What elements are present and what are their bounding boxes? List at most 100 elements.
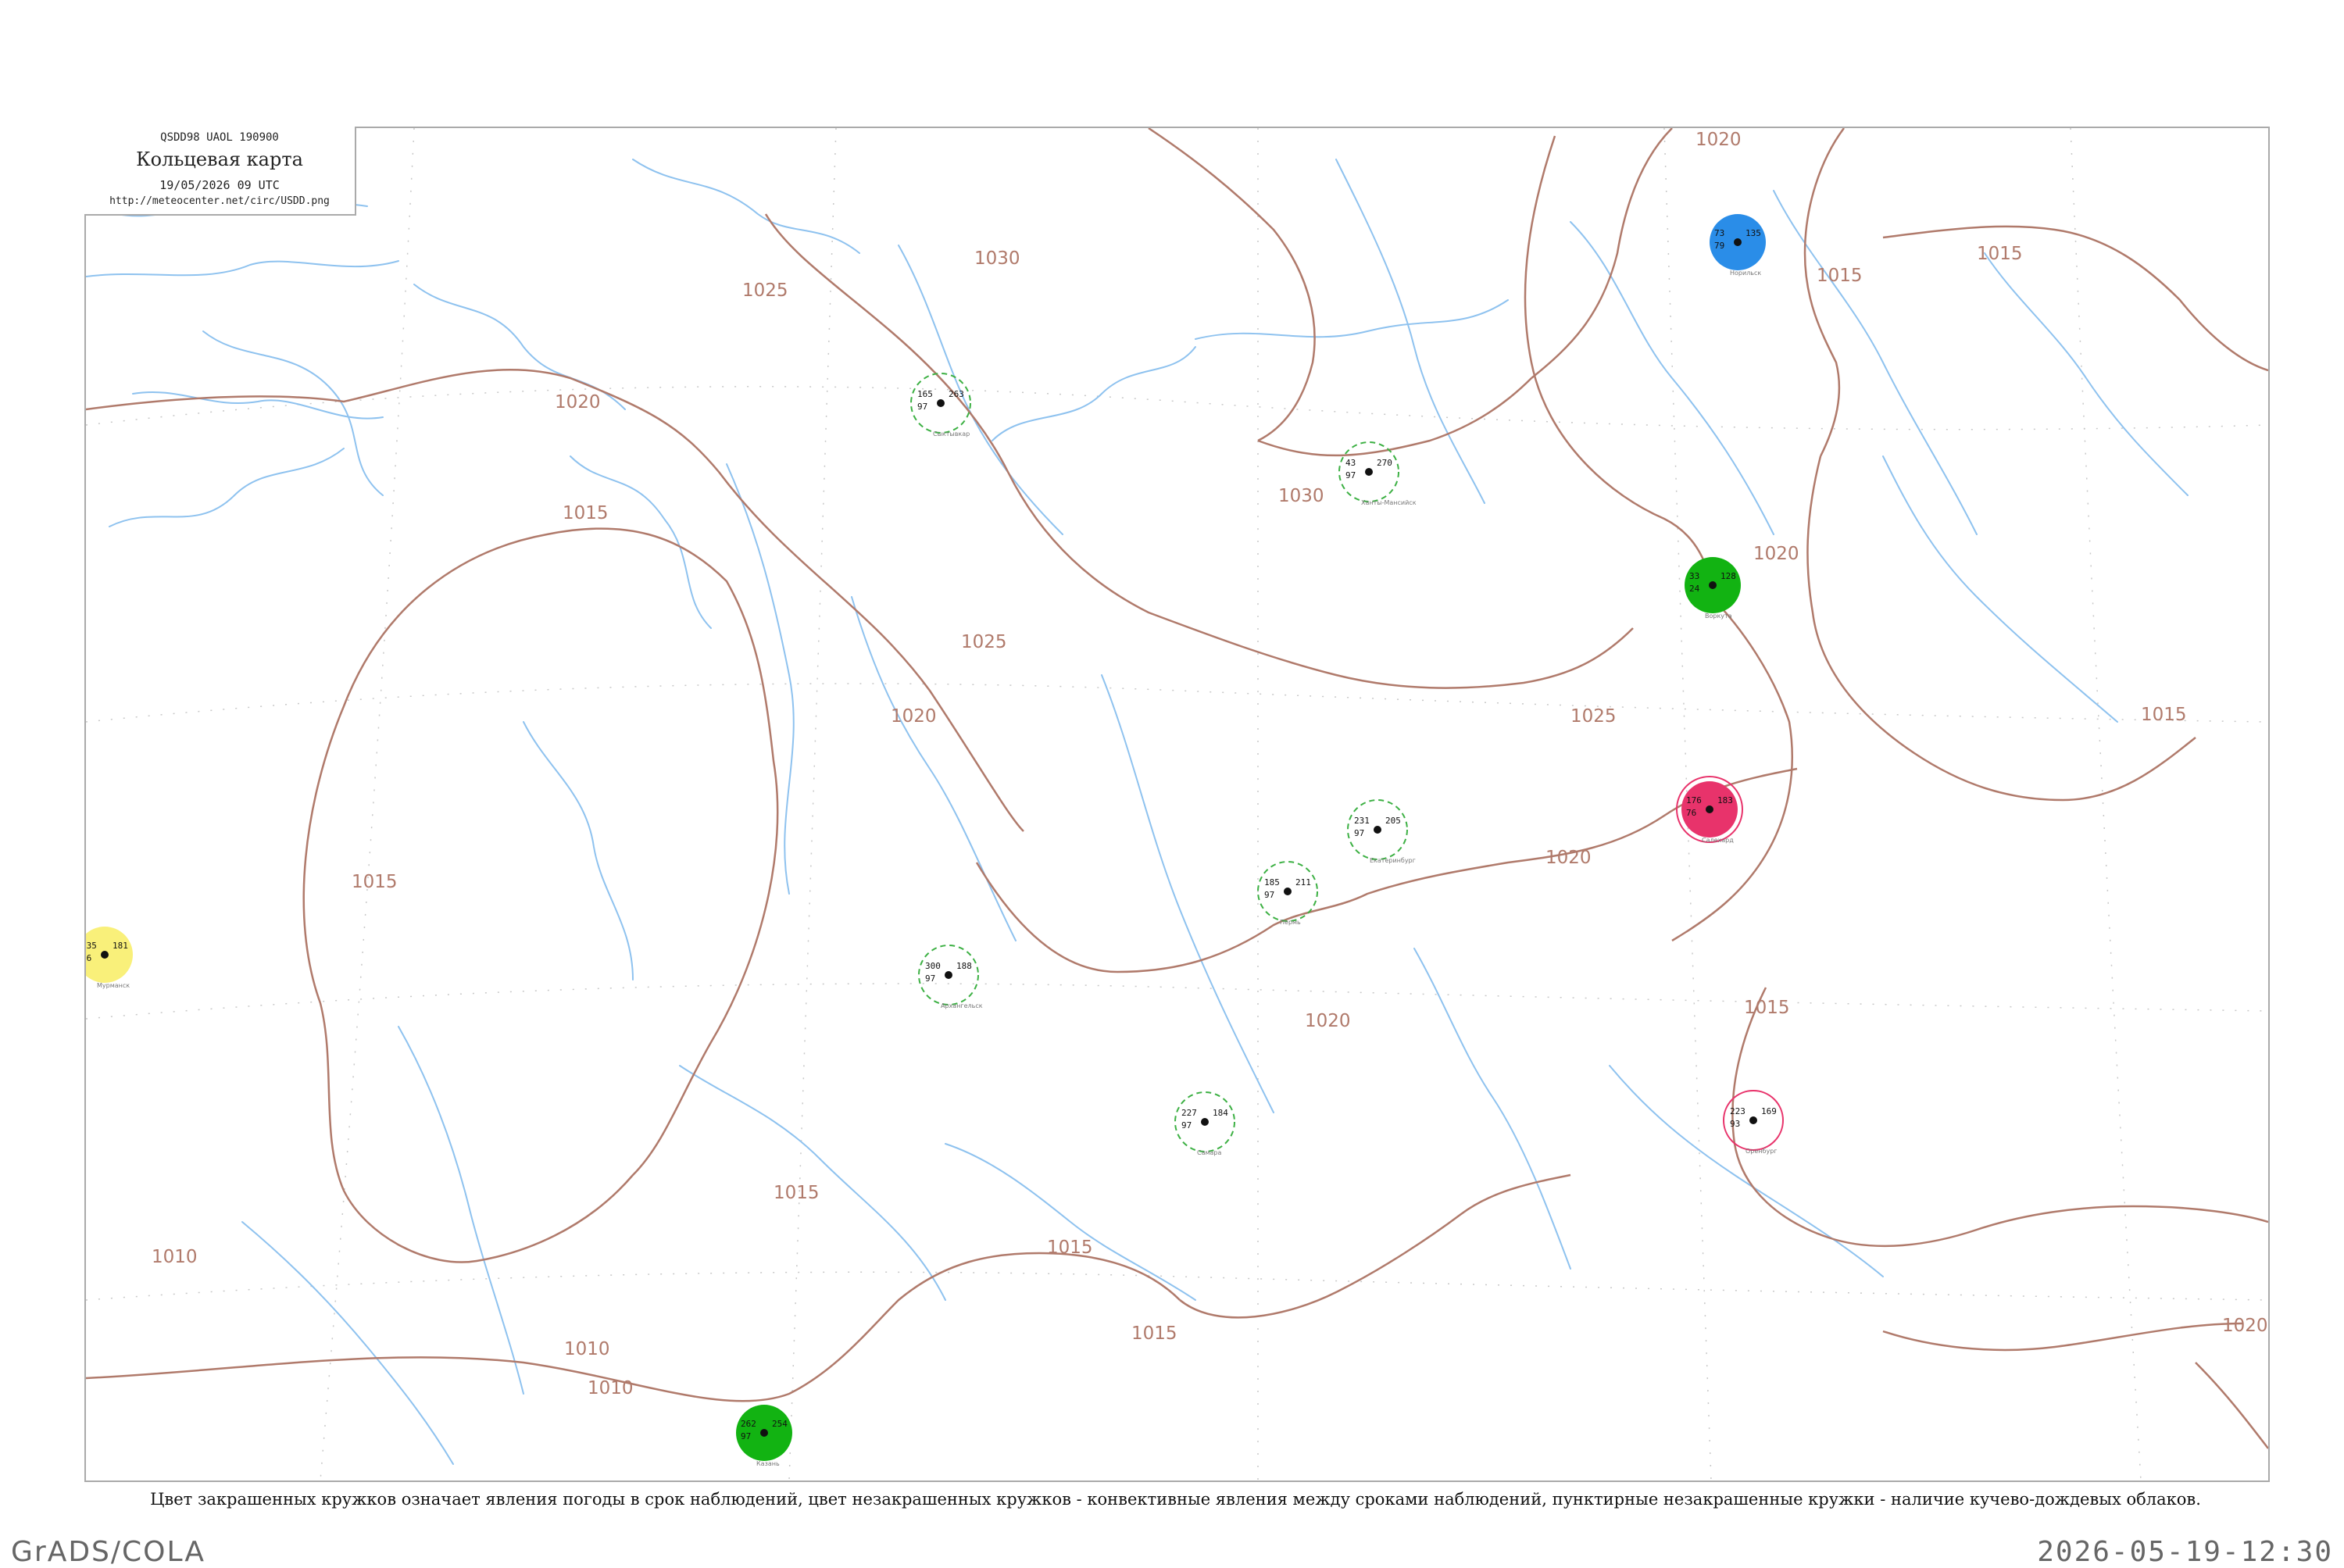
station-pressure: 270: [1377, 458, 1392, 468]
station-dewpoint: 97: [1354, 828, 1364, 838]
station-plot[interactable]: 227 97 184 Самара: [1174, 1091, 1235, 1156]
station-dewpoint: 96: [86, 953, 91, 963]
station-temperature: 231: [1354, 816, 1370, 826]
station-temperature: 73: [1714, 228, 1724, 238]
map-datetime: 19/05/2026 09 UTC: [159, 178, 280, 192]
station-pressure: 135: [1745, 228, 1761, 238]
station-plot[interactable]: 33 24 128 Воркута: [1685, 557, 1741, 620]
station-pressure: 183: [1717, 795, 1733, 805]
station-name: Воркута: [1705, 613, 1732, 620]
map-legend: Цвет закрашенных кружков означает явлени…: [150, 1490, 2201, 1509]
footer-software: GrADS/COLA: [11, 1536, 206, 1568]
station-dewpoint: 97: [925, 973, 935, 984]
isobar-label: 1020: [1545, 848, 1592, 868]
isobar-label: 1015: [2141, 705, 2187, 725]
isobar-label: 1010: [152, 1247, 198, 1267]
station-name: Мурманск: [97, 982, 130, 989]
station-name: Сыктывкар: [933, 430, 970, 438]
isobar-label: 1015: [1131, 1323, 1177, 1344]
station-dewpoint: 24: [1689, 584, 1700, 594]
station-temperature: 185: [1264, 877, 1280, 888]
isobar-label: 1015: [1977, 244, 2023, 264]
map-title-box: QSDD98 UAOL 190900 Кольцевая карта 19/05…: [84, 127, 356, 216]
station-temperature: 33: [1689, 571, 1699, 581]
isobar-label: 1020: [2222, 1316, 2268, 1336]
cloud-cover-icon: [1284, 888, 1292, 895]
station-pressure: 188: [956, 961, 972, 971]
isobar-label: 1010: [564, 1339, 610, 1359]
cloud-cover-icon: [1749, 1116, 1757, 1124]
station-name: Казань: [756, 1460, 780, 1467]
station-temperature: 176: [1686, 795, 1702, 805]
isobar-label: 1020: [1695, 130, 1742, 150]
station-name: Ханты-Мансийск: [1361, 499, 1417, 506]
isobar-label: 1015: [1817, 266, 1863, 286]
bulletin-code: QSDD98 UAOL 190900: [160, 131, 279, 144]
station-pressure: 181: [113, 941, 128, 951]
station-plot[interactable]: 165 97 263 Сыктывкар: [910, 373, 971, 438]
station-plot[interactable]: 185 97 211 Пермь: [1257, 861, 1318, 926]
station-name: Самара: [1197, 1149, 1222, 1156]
station-temperature: 262: [741, 1419, 756, 1429]
cloud-cover-icon: [760, 1429, 768, 1437]
isobar-label: 1020: [555, 392, 601, 413]
synoptic-map: 1030 1025 1020 1015 1025 1020 1030 1020 …: [84, 127, 2270, 1482]
lat-lon-grid: [86, 128, 2268, 1480]
station-pressure: 184: [1213, 1108, 1228, 1118]
cloud-cover-icon: [1201, 1118, 1209, 1126]
isobar-label: 1015: [563, 503, 609, 523]
station-pressure: 128: [1720, 571, 1736, 581]
station-dewpoint: 97: [1181, 1120, 1192, 1130]
isobar-label: 1020: [891, 706, 937, 727]
station-plot[interactable]: 135 96 181 Мурманск: [86, 927, 133, 989]
station-plot[interactable]: 176 76 183 Салехард: [1676, 776, 1743, 844]
isobar-label: 1030: [974, 248, 1020, 269]
station-pressure: 205: [1385, 816, 1401, 826]
cloud-cover-icon: [1374, 826, 1381, 834]
station-name: Салехард: [1702, 837, 1734, 844]
isobar-label: 1025: [1570, 706, 1617, 727]
station-temperature: 227: [1181, 1108, 1197, 1118]
station-pressure: 263: [949, 389, 964, 399]
isobar-label: 1025: [961, 632, 1007, 652]
isobar-label: 1015: [1047, 1238, 1093, 1258]
isobar-label: 1025: [742, 280, 788, 301]
cloud-cover-icon: [937, 399, 945, 407]
station-temperature: 300: [925, 961, 941, 971]
station-dewpoint: 97: [741, 1431, 751, 1441]
map-canvas: 1030 1025 1020 1015 1025 1020 1030 1020 …: [86, 128, 2268, 1480]
station-temperature: 223: [1730, 1106, 1745, 1116]
isobar-label: 1015: [774, 1183, 820, 1203]
isobar-label: 1020: [1753, 544, 1799, 564]
station-dewpoint: 97: [1345, 470, 1356, 480]
station-plot[interactable]: 300 97 188 Архангельск: [918, 945, 983, 1009]
isobar-label: 1015: [352, 872, 398, 892]
isobar-label: 1020: [1305, 1011, 1351, 1031]
station-pressure: 169: [1761, 1106, 1777, 1116]
station-dewpoint: 97: [917, 402, 927, 412]
station-plot[interactable]: 262 97 254 Казань: [736, 1405, 792, 1467]
station-plot[interactable]: 231 97 205 Екатеринбург: [1347, 799, 1416, 864]
station-name: Екатеринбург: [1370, 857, 1416, 864]
station-name: Архангельск: [941, 1002, 983, 1009]
cloud-cover-icon: [1734, 238, 1742, 246]
isobar-label: 1010: [588, 1378, 634, 1398]
isobars: [86, 128, 2268, 1449]
map-title: Кольцевая карта: [136, 148, 303, 170]
station-name: Пермь: [1280, 919, 1301, 926]
cloud-cover-icon: [1365, 468, 1373, 476]
station-pressure: 211: [1295, 877, 1311, 888]
rivers-and-coastlines: [86, 159, 2189, 1465]
station-plot[interactable]: 73 79 135 Норильск: [1710, 214, 1766, 277]
map-url[interactable]: http://meteocenter.net/circ/USDD.png: [84, 195, 355, 207]
footer-timestamp: 2026-05-19-12:30: [2037, 1536, 2333, 1568]
station-name: Норильск: [1730, 270, 1761, 277]
station-pressure: 254: [772, 1419, 788, 1429]
isobar-label: 1030: [1278, 486, 1324, 506]
station-dewpoint: 76: [1686, 808, 1696, 818]
station-dewpoint: 79: [1714, 241, 1724, 251]
station-temperature: 135: [86, 941, 97, 951]
cloud-cover-icon: [945, 971, 952, 979]
station-temperature: 43: [1345, 458, 1356, 468]
cloud-cover-icon: [1706, 805, 1713, 813]
